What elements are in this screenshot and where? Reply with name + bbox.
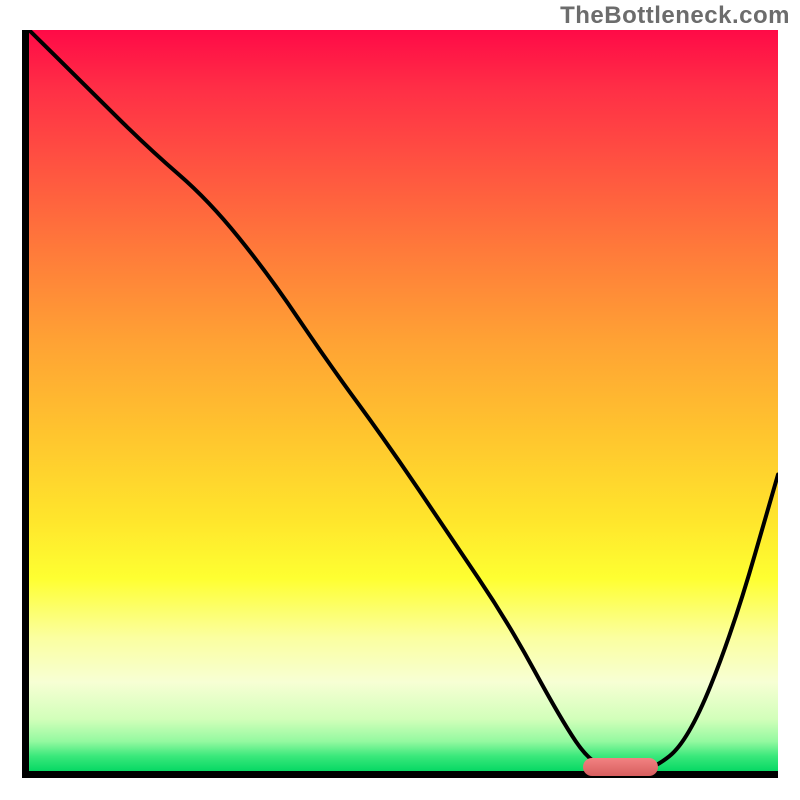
optimal-range-bar bbox=[583, 758, 658, 776]
chart-container: TheBottleneck.com bbox=[0, 0, 800, 800]
bottleneck-curve-path bbox=[29, 30, 778, 771]
plot-area bbox=[22, 30, 778, 778]
bottleneck-curve-svg bbox=[29, 30, 778, 771]
watermark-text: TheBottleneck.com bbox=[560, 2, 790, 30]
